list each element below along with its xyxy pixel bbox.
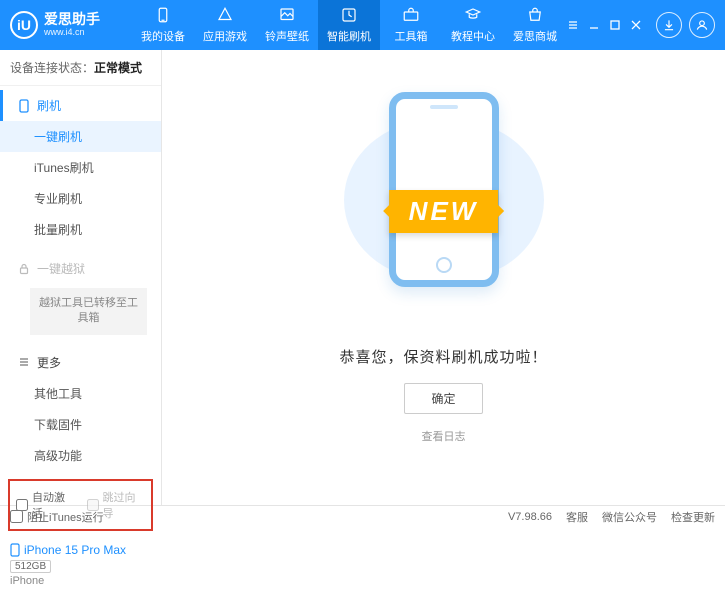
jailbreak-head-label: 一键越狱 bbox=[37, 260, 85, 277]
nav-tutorials[interactable]: 教程中心 bbox=[442, 0, 504, 50]
menu-icon[interactable] bbox=[566, 18, 580, 32]
phone-small-icon bbox=[10, 543, 20, 557]
support-link[interactable]: 客服 bbox=[566, 509, 588, 525]
titlebar: iU 爱思助手 www.i4.cn 我的设备 应用游戏 铃声壁纸 智能刷机 工具… bbox=[0, 0, 725, 50]
nav-label: 智能刷机 bbox=[327, 28, 371, 44]
sidebar-item-batch[interactable]: 批量刷机 bbox=[0, 214, 161, 245]
nav-toolbox[interactable]: 工具箱 bbox=[380, 0, 442, 50]
flash-icon bbox=[340, 6, 358, 24]
main-body: 设备连接状态：正常模式 刷机 一键刷机 iTunes刷机 专业刷机 批量刷机 一… bbox=[0, 50, 725, 505]
sidebar-item-pro[interactable]: 专业刷机 bbox=[0, 183, 161, 214]
apps-icon bbox=[216, 6, 234, 24]
connection-status: 设备连接状态：正常模式 bbox=[0, 50, 161, 86]
device-icon bbox=[154, 6, 172, 24]
nav-label: 铃声壁纸 bbox=[265, 28, 309, 44]
store-icon bbox=[526, 6, 544, 24]
device-info[interactable]: iPhone 15 Pro Max 512GB iPhone bbox=[0, 539, 161, 595]
conn-label: 设备连接状态： bbox=[10, 61, 94, 75]
device-name: iPhone 15 Pro Max bbox=[24, 543, 126, 557]
wallpaper-icon bbox=[278, 6, 296, 24]
sidebar-item-other-tools[interactable]: 其他工具 bbox=[0, 378, 161, 409]
view-log-link[interactable]: 查看日志 bbox=[422, 428, 466, 444]
top-nav: 我的设备 应用游戏 铃声壁纸 智能刷机 工具箱 教程中心 爱思商城 bbox=[132, 0, 566, 50]
block-itunes-checkbox[interactable]: 阻止iTunes运行 bbox=[10, 509, 104, 525]
sidebar-item-itunes[interactable]: iTunes刷机 bbox=[0, 152, 161, 183]
section-jailbreak: 一键越狱 越狱工具已转移至工具箱 bbox=[0, 249, 161, 343]
app-logo[interactable]: iU 爱思助手 www.i4.cn bbox=[10, 11, 132, 39]
more-header[interactable]: 更多 bbox=[0, 347, 161, 378]
section-more: 更多 其他工具 下载固件 高级功能 bbox=[0, 343, 161, 475]
success-message: 恭喜您，保资料刷机成功啦！ bbox=[339, 346, 547, 367]
nav-my-device[interactable]: 我的设备 bbox=[132, 0, 194, 50]
close-icon[interactable] bbox=[629, 18, 643, 32]
more-head-label: 更多 bbox=[37, 354, 61, 371]
nav-label: 我的设备 bbox=[141, 28, 185, 44]
skip-setup-label: 跳过向导 bbox=[103, 489, 146, 521]
wechat-link[interactable]: 微信公众号 bbox=[602, 509, 657, 525]
sidebar: 设备连接状态：正常模式 刷机 一键刷机 iTunes刷机 专业刷机 批量刷机 一… bbox=[0, 50, 162, 505]
maximize-icon[interactable] bbox=[608, 18, 622, 32]
sidebar-item-download-fw[interactable]: 下载固件 bbox=[0, 409, 161, 440]
nav-label: 工具箱 bbox=[395, 28, 428, 44]
nav-smart-flash[interactable]: 智能刷机 bbox=[318, 0, 380, 50]
sidebar-item-advanced[interactable]: 高级功能 bbox=[0, 440, 161, 471]
logo-text: 爱思助手 www.i4.cn bbox=[44, 12, 100, 37]
title-right bbox=[566, 12, 715, 38]
tutorial-icon bbox=[464, 6, 482, 24]
nav-label: 应用游戏 bbox=[203, 28, 247, 44]
check-update-link[interactable]: 检查更新 bbox=[671, 509, 715, 525]
nav-label: 爱思商城 bbox=[513, 28, 557, 44]
jailbreak-header: 一键越狱 bbox=[0, 253, 161, 284]
main-panel: NEW 恭喜您，保资料刷机成功啦！ 确定 查看日志 bbox=[162, 50, 725, 505]
nav-label: 教程中心 bbox=[451, 28, 495, 44]
user-button[interactable] bbox=[689, 12, 715, 38]
new-ribbon: NEW bbox=[389, 190, 499, 233]
block-itunes-label: 阻止iTunes运行 bbox=[27, 509, 104, 525]
version-label: V7.98.66 bbox=[508, 511, 552, 523]
nav-ringtones[interactable]: 铃声壁纸 bbox=[256, 0, 318, 50]
app-name: 爱思助手 bbox=[44, 12, 100, 27]
ok-button[interactable]: 确定 bbox=[404, 383, 482, 414]
device-storage: 512GB bbox=[10, 560, 51, 573]
list-icon bbox=[17, 355, 31, 369]
download-button[interactable] bbox=[656, 12, 682, 38]
flash-header[interactable]: 刷机 bbox=[0, 90, 161, 121]
block-itunes-input[interactable] bbox=[10, 510, 23, 523]
device-name-row: iPhone 15 Pro Max bbox=[10, 543, 151, 557]
toolbox-icon bbox=[402, 6, 420, 24]
sidebar-bottom: 自动激活 跳过向导 iPhone 15 Pro Max 512GB iPhone bbox=[0, 475, 161, 595]
nav-store[interactable]: 爱思商城 bbox=[504, 0, 566, 50]
app-url: www.i4.cn bbox=[44, 28, 100, 38]
logo-icon: iU bbox=[10, 11, 38, 39]
lock-icon bbox=[17, 262, 31, 276]
device-type: iPhone bbox=[10, 575, 151, 587]
nav-apps-games[interactable]: 应用游戏 bbox=[194, 0, 256, 50]
success-illustration: NEW bbox=[369, 82, 519, 302]
section-flash: 刷机 一键刷机 iTunes刷机 专业刷机 批量刷机 bbox=[0, 86, 161, 249]
phone-icon bbox=[17, 99, 31, 113]
minimize-icon[interactable] bbox=[587, 18, 601, 32]
conn-value: 正常模式 bbox=[94, 61, 142, 75]
sidebar-item-oneclick[interactable]: 一键刷机 bbox=[0, 121, 161, 152]
jailbreak-note: 越狱工具已转移至工具箱 bbox=[30, 288, 147, 335]
flash-head-label: 刷机 bbox=[37, 97, 61, 114]
window-controls bbox=[566, 18, 643, 32]
